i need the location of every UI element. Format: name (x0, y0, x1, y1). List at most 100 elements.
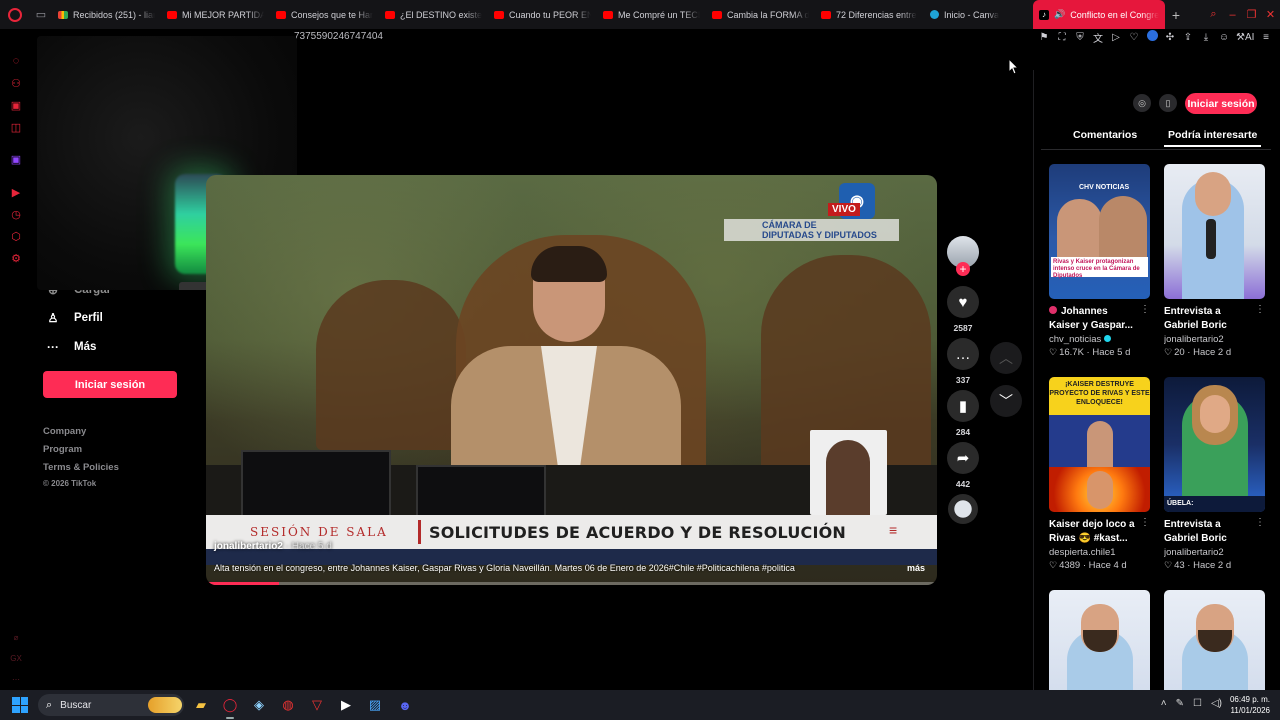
suggested-video-card[interactable]: ÚBELA: Entrevista a Gabriel Boric Fon... ⋮… (1164, 377, 1265, 571)
browser-tab[interactable]: Recibidos (251) - liam (52, 0, 161, 29)
footer-program[interactable]: Program (43, 444, 82, 455)
discord-icon[interactable]: ☻ (394, 694, 416, 716)
tab-overview-icon[interactable]: ▭ (30, 0, 52, 29)
video-thumbnail[interactable]: CHV NOTICIAS Rivas y Kaiser protagonizan … (1049, 164, 1150, 299)
history-icon[interactable]: ◷ (9, 207, 23, 221)
video-thumbnail[interactable]: ¡KAISER DESTRUYE PROYECTO DE RIVAS Y EST… (1049, 377, 1150, 512)
follow-plus-icon[interactable]: + (956, 262, 970, 276)
tab-suggested[interactable]: Podría interesarte (1163, 129, 1262, 147)
browser-tab[interactable]: Cambia la FORMA de (706, 0, 815, 29)
maximize-button[interactable]: ❐ (1242, 0, 1261, 29)
login-button[interactable]: Iniciar sesión (43, 371, 177, 398)
gx-icon[interactable]: GX (9, 651, 23, 665)
new-tab-button[interactable]: + (1165, 0, 1187, 29)
nav-more[interactable]: ··· Más (46, 340, 96, 354)
app-v-icon[interactable]: ▽ (306, 694, 328, 716)
shield-icon[interactable]: ⛨ (1074, 32, 1086, 43)
video-progress-bar[interactable] (206, 582, 937, 585)
app-icon[interactable]: ◈ (248, 694, 270, 716)
browser-tab[interactable]: ♪ 🔊 Conflicto en el Congre (1033, 0, 1165, 29)
sound-disc-icon[interactable] (948, 494, 978, 524)
minimize-button[interactable]: – (1223, 0, 1242, 29)
next-video-button[interactable]: ﹀ (990, 385, 1022, 417)
caption-more-link[interactable]: más (907, 563, 925, 573)
pinboard-icon[interactable]: ⬡ (9, 229, 23, 243)
menu-icon[interactable]: ≡ (1260, 32, 1272, 43)
browser-tab[interactable]: 72 Diferencias entre (815, 0, 924, 29)
media-player-icon[interactable]: ▶ (335, 694, 357, 716)
browser-tab[interactable]: ¿El DESTINO existe... (379, 0, 488, 29)
save-button[interactable]: ▮ (947, 390, 979, 422)
footer-company[interactable]: Company (43, 426, 86, 437)
taskbar-clock[interactable]: 06:49 p. m. 11/01/2026 (1230, 694, 1270, 716)
aria-icon[interactable]: ◌ (9, 54, 23, 68)
instagram-icon[interactable]: ◫ (9, 120, 23, 134)
settings-icon[interactable]: ⚙ (9, 251, 23, 265)
compass-icon[interactable]: ◎ (1133, 94, 1151, 112)
card-author[interactable]: jonalibertario2 (1164, 334, 1265, 345)
share-button[interactable]: ➦ (947, 442, 979, 474)
photos-icon[interactable]: ▨ (364, 694, 386, 716)
bookmark-icon[interactable]: ⚑ (1038, 32, 1050, 43)
network-icon[interactable]: ☐ (1193, 698, 1202, 709)
ai-icon[interactable]: ⚒AI (1236, 32, 1254, 43)
browser-tab[interactable]: Cuando tu PEOR ENE (488, 0, 597, 29)
card-author[interactable]: jonalibertario2 (1164, 547, 1265, 558)
player-icon[interactable]: ▶ (9, 185, 23, 199)
card-menu-icon[interactable]: ⋮ (1140, 304, 1150, 315)
gx-corner-icon[interactable]: ⚇ (9, 76, 23, 90)
nav-profile[interactable]: ♙ Perfil (46, 311, 103, 325)
file-explorer-icon[interactable]: ▰ (190, 694, 212, 716)
comment-button[interactable]: … (947, 338, 979, 370)
messenger-icon[interactable]: ▣ (9, 98, 23, 112)
suggested-video-card[interactable]: ¡KAISER DESTRUYE PROYECTO DE RIVAS Y EST… (1049, 377, 1150, 571)
volume-icon[interactable]: ◁) (1211, 698, 1222, 709)
card-menu-icon[interactable]: ⋮ (1255, 304, 1265, 315)
share-icon[interactable]: ⇪ (1182, 32, 1194, 43)
card-title[interactable]: Johannes Kaiser y Gaspar... (1049, 305, 1150, 333)
card-author[interactable]: despierta.chile1 (1049, 547, 1150, 558)
chevron-up-icon[interactable]: ˄ (1161, 698, 1167, 709)
download-icon[interactable]: ⤓ (1200, 32, 1212, 43)
browser-tab[interactable]: Consejos que te Hari (270, 0, 379, 29)
browser-tab[interactable]: Mi MEJOR PARTIDA (161, 0, 270, 29)
browser-tab[interactable]: Inicio - Canva (924, 0, 1033, 29)
heart-icon[interactable]: ♡ (1128, 32, 1140, 43)
video-author-name[interactable]: jonalibertario2 (214, 541, 283, 552)
play-icon[interactable]: ▷ (1110, 32, 1122, 43)
card-menu-icon[interactable]: ⋮ (1140, 517, 1150, 528)
account-icon[interactable]: ☺ (1218, 32, 1230, 43)
more-icon[interactable]: ⋯ (9, 672, 23, 686)
opera-gx-taskbar-icon[interactable]: ◯ (219, 694, 241, 719)
footer-terms[interactable]: Terms & Policies (43, 462, 119, 473)
taskbar-search[interactable]: ⌕ Buscar (38, 694, 184, 716)
opera-logo-icon[interactable] (0, 0, 30, 29)
lock-icon[interactable]: ⌀ (9, 630, 23, 644)
video-thumbnail[interactable] (1164, 164, 1265, 299)
mobile-icon[interactable]: ▯ (1159, 94, 1177, 112)
translate-icon[interactable]: 文 (1092, 30, 1104, 45)
previous-video-button[interactable]: ︿ (990, 342, 1022, 374)
close-button[interactable]: ✕ (1261, 0, 1280, 29)
card-menu-icon[interactable]: ⋮ (1255, 517, 1265, 528)
tab-comments[interactable]: Comentarios (1073, 129, 1137, 141)
suggested-video-card[interactable]: CHV NOTICIAS Rivas y Kaiser protagonizan … (1049, 164, 1150, 358)
language-icon[interactable]: ✎ (1176, 698, 1184, 709)
video-player[interactable]: ◉ VIVO CÁMARA DE DIPUTADAS Y DIPUTADOS S… (206, 175, 937, 585)
suggested-video-card[interactable]: Entrevista a Gabriel Boric Fon... ⋮ jonali… (1164, 164, 1265, 358)
snapshot-icon[interactable]: ⛶ (1056, 32, 1068, 43)
card-author[interactable]: chv_noticias (1049, 334, 1150, 345)
like-button[interactable]: ♥ (947, 286, 979, 318)
search-tabs-icon[interactable]: ⌕ (1204, 0, 1223, 29)
url-text[interactable]: 7375590246747404 (294, 31, 383, 42)
right-login-button[interactable]: Iniciar sesión (1185, 93, 1257, 114)
twitch-icon[interactable]: ▣ (9, 152, 23, 166)
browser-tab[interactable]: Me Compré un TECL (597, 0, 706, 29)
card-title[interactable]: Entrevista a Gabriel Boric Fon... (1164, 305, 1265, 333)
extension-blue-icon[interactable] (1146, 30, 1158, 44)
speaker-icon[interactable]: 🔊 (1054, 9, 1065, 20)
video-author[interactable]: jonalibertario2 · Hace 5 d (214, 541, 332, 552)
card-title[interactable]: Kaiser dejo loco a Rivas 😎 #kast... (1049, 518, 1150, 546)
chrome-icon[interactable]: ◍ (277, 694, 299, 716)
card-title[interactable]: Entrevista a Gabriel Boric Fon... (1164, 518, 1265, 546)
